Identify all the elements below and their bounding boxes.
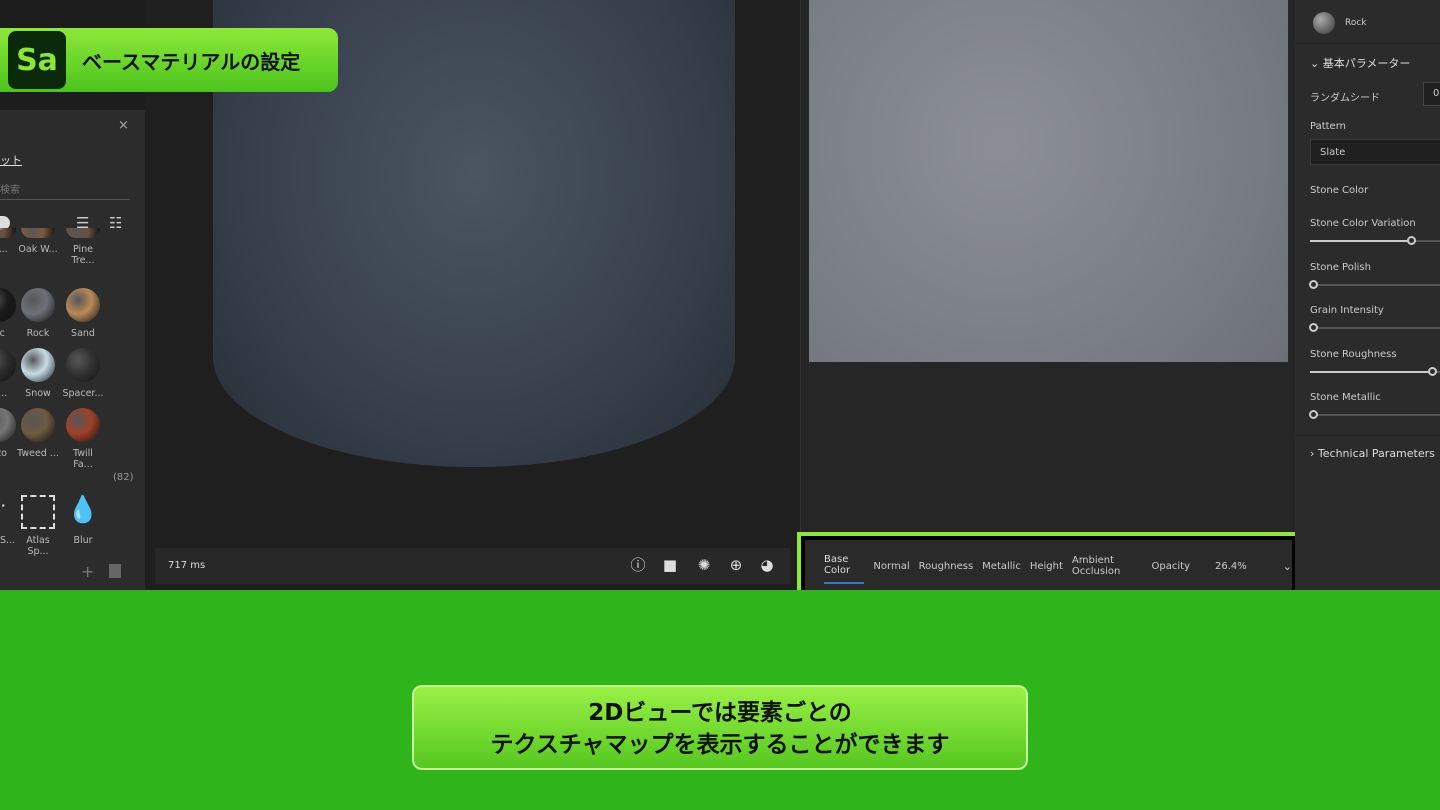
parameter-slider[interactable] <box>1309 279 1440 289</box>
material-thumbnail <box>0 348 16 382</box>
section-label: Technical Parameters <box>1317 447 1435 460</box>
texture-preview <box>809 0 1288 362</box>
section-label: 基本パラメーター <box>1322 57 1411 70</box>
viewport-toolbar: 717 ms ⓘ ■ ✺ ⊕ ◕ <box>155 548 790 584</box>
tab-ambient-occlusion[interactable]: Ambient Occlusion <box>1072 549 1143 583</box>
material-label: Rock <box>26 328 50 339</box>
material-label: Snow <box>25 388 51 399</box>
section-technical-parameters[interactable]: › Technical Parameters <box>1310 447 1435 460</box>
material-item[interactable]: Oak W... <box>17 228 59 255</box>
slider-handle[interactable] <box>1309 279 1318 289</box>
slider-label: Stone Color Variation <box>1310 218 1416 229</box>
search-input[interactable] <box>0 182 130 200</box>
tab-base-color[interactable]: Base Color <box>824 548 865 584</box>
filter-item[interactable]: 💧 Blur <box>62 495 104 546</box>
material-thumbnail <box>66 228 100 238</box>
tab-opacity[interactable]: Opacity <box>1152 555 1190 578</box>
material-thumbnail <box>21 408 55 442</box>
material-thumbnail <box>21 228 55 238</box>
tab-height[interactable]: Height <box>1030 555 1063 578</box>
tab-roughness[interactable]: Roughness <box>919 555 974 578</box>
material-label: Spacer... <box>62 388 104 399</box>
2d-view[interactable] <box>800 0 1295 590</box>
parameter-slider[interactable] <box>1309 323 1440 332</box>
caption: 2Dビューでは要素ごとの テクスチャマップを表示することができます <box>412 685 1028 770</box>
material-label: tic <box>0 328 5 339</box>
slider-label: Grain Intensity <box>1310 305 1384 316</box>
material-preview-icon[interactable]: ◕ <box>758 556 776 574</box>
material-label: zzo <box>0 448 7 459</box>
filter-label: Blur <box>73 535 93 546</box>
filter-item[interactable]: Atlas Sp... <box>17 495 59 557</box>
title-badge: Sa ベースマテリアルの設定 <box>0 28 338 92</box>
slider-handle[interactable] <box>1428 366 1437 376</box>
parameter-slider[interactable] <box>1310 366 1440 376</box>
material-label: Sand <box>71 328 95 339</box>
material-thumbnail <box>0 408 16 442</box>
list-view-icon[interactable]: ☷ <box>109 214 122 232</box>
material-item[interactable]: Snow <box>17 348 59 399</box>
random-seed-input[interactable]: 0 <box>1423 82 1440 106</box>
trash-icon[interactable] <box>109 564 121 578</box>
camera-icon[interactable]: ■ <box>661 556 679 574</box>
material-thumbnail <box>0 288 16 322</box>
close-icon[interactable]: × <box>118 118 129 133</box>
material-item[interactable]: Twill Fa... <box>62 408 104 470</box>
filter-label: S... <box>0 535 16 546</box>
material-item[interactable]: Sand <box>62 288 104 339</box>
slider-label: Stone Metallic <box>1310 392 1381 403</box>
material-thumbnail <box>66 288 100 322</box>
material-label: Oak W... <box>18 244 58 255</box>
material-label: G... <box>0 388 8 399</box>
random-seed-label: ランダムシード <box>1310 93 1380 104</box>
pattern-dropdown[interactable]: Slate <box>1310 139 1440 165</box>
slider-label: Stone Polish <box>1310 261 1371 273</box>
app-logo: Sa <box>8 31 66 89</box>
material-item[interactable]: Spacer... <box>62 348 104 399</box>
material-thumbnail <box>21 348 55 382</box>
material-item[interactable]: Rock <box>17 288 59 339</box>
slider-handle[interactable] <box>1407 236 1416 245</box>
material-thumbnail <box>66 408 100 442</box>
material-label: al... <box>0 244 8 255</box>
assets-tab[interactable]: ット <box>0 152 22 168</box>
material-thumbnail <box>0 228 16 238</box>
environment-icon[interactable]: ✺ <box>695 556 713 574</box>
slider-fill <box>1310 370 1429 373</box>
section-basic-parameters[interactable]: ⌄ 基本パラメーター <box>1310 55 1410 71</box>
overlay-title: ベースマテリアルの設定 <box>82 49 301 74</box>
properties-panel: Rock ⌄ 基本パラメーター ランダムシード 0 Pattern Slate … <box>1295 0 1440 590</box>
stone-color-label: Stone Color <box>1310 185 1369 196</box>
info-icon[interactable]: ⓘ <box>629 556 647 574</box>
tab-normal[interactable]: Normal <box>873 555 909 578</box>
filter-label: Atlas Sp... <box>26 535 50 557</box>
slider-handle[interactable] <box>1309 410 1318 419</box>
parameter-slider[interactable] <box>1310 236 1440 245</box>
parameter-slider[interactable] <box>1309 410 1440 419</box>
slider-fill <box>1310 240 1408 242</box>
material-name: Rock <box>1345 18 1367 28</box>
pattern-label: Pattern <box>1310 121 1346 132</box>
zoom-level: 26.4% <box>1215 560 1247 572</box>
tab-metallic[interactable]: Metallic <box>982 555 1021 578</box>
material-thumbnail <box>1313 12 1335 34</box>
slider-handle[interactable] <box>1309 323 1318 332</box>
material-label: Tweed ... <box>17 448 59 459</box>
globe-icon[interactable]: ⊕ <box>727 556 745 574</box>
material-thumbnail <box>66 348 100 382</box>
asset-count: (82) <box>113 472 134 483</box>
material-label: Twill Fa... <box>73 448 93 470</box>
material-item[interactable]: Tweed ... <box>17 408 59 459</box>
material-label: Pine Tre... <box>71 244 95 266</box>
add-icon[interactable]: + <box>81 562 94 581</box>
slider-label: Stone Roughness <box>1310 348 1397 360</box>
render-time: 717 ms <box>168 560 206 571</box>
assets-panel: × ット ☰ ☷ al...Oak W...Pine Tre...ticRock… <box>0 110 145 590</box>
chevron-down-icon[interactable]: ⌄ <box>1283 560 1292 573</box>
material-thumbnail <box>21 288 55 322</box>
caption-line: テクスチャマップを表示することができます <box>490 732 950 758</box>
caption-line: 2Dビューでは要素ごとの <box>588 700 852 726</box>
material-item[interactable]: Pine Tre... <box>62 228 104 266</box>
